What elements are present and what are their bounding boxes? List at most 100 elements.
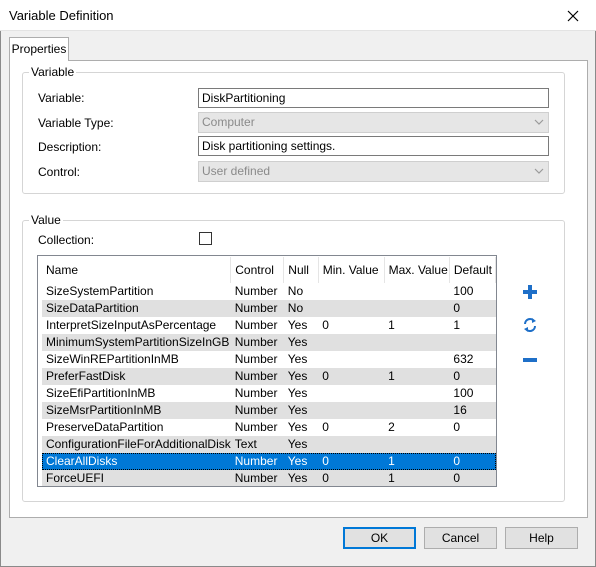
cell-null: No	[283, 300, 319, 317]
control-value: User defined	[202, 164, 271, 178]
cell-control: Number	[230, 368, 284, 385]
close-button[interactable]	[550, 0, 596, 31]
cell-null: Yes	[283, 402, 319, 419]
cell-max-value	[384, 300, 450, 317]
cell-control: Number	[230, 334, 284, 351]
cell-name: SizeDataPartition	[42, 300, 231, 317]
cell-default: 0	[449, 453, 496, 470]
value-group-label: Value	[29, 213, 63, 227]
cell-min-value: 0	[318, 453, 385, 470]
cell-control: Number	[234, 284, 278, 298]
cell-max-value: 1	[388, 318, 395, 332]
cell-control: Number	[230, 453, 284, 470]
variable-type-label: Variable Type:	[38, 116, 114, 130]
values-grid: Name Control Null Min. Value Max. Value …	[42, 257, 496, 486]
cell-name: ConfigurationFileForAdditionalDisk	[42, 436, 231, 453]
table-row[interactable]: SizeEfiPartitionInMB Number Yes 100	[42, 385, 496, 402]
cell-default	[449, 436, 496, 453]
cell-null: Yes	[283, 334, 319, 351]
collection-checkbox[interactable]	[199, 232, 212, 245]
cell-max-value	[384, 351, 449, 368]
column-header-default[interactable]: Default	[449, 257, 496, 283]
cell-min-value	[318, 300, 385, 317]
cell-default: 0	[449, 470, 496, 486]
table-row[interactable]: ClearAllDisks Number Yes 0 1 0	[42, 453, 496, 470]
cell-control: Number	[234, 318, 278, 332]
table-row[interactable]: ForceUEFI Number Yes 0 1 0	[42, 470, 496, 486]
cell-null: Yes	[283, 436, 319, 453]
cell-default: 1	[453, 318, 461, 332]
column-header-control[interactable]: Control	[230, 257, 285, 283]
title-bar: Variable Definition	[0, 0, 596, 31]
window-title: Variable Definition	[9, 8, 114, 23]
table-row[interactable]: SizeDataPartition Number No 0	[42, 300, 496, 317]
cell-default: 0	[449, 368, 496, 385]
cell-name: SizeSystemPartition	[46, 284, 154, 298]
table-header: Name Control Null Min. Value Max. Value …	[42, 257, 496, 283]
variable-type-value: Computer	[202, 115, 255, 129]
control-select: User defined	[198, 161, 549, 182]
ok-button[interactable]: OK	[343, 527, 416, 549]
close-icon	[567, 10, 579, 21]
cell-null: No	[287, 284, 304, 298]
cell-max-value: 1	[384, 453, 450, 470]
cell-null: Yes	[287, 420, 308, 434]
description-label: Description:	[38, 140, 102, 154]
column-header-min-value[interactable]: Min. Value	[318, 257, 385, 283]
cancel-button[interactable]: Cancel	[424, 527, 497, 549]
cell-name: PreferFastDisk	[42, 368, 231, 385]
table-row[interactable]: SizeWinREPartitionInMB Number Yes 632	[42, 351, 496, 368]
variable-type-select: Computer	[198, 112, 549, 133]
cell-name: MinimumSystemPartitionSizeInGB	[42, 334, 231, 351]
cell-max-value: 1	[384, 470, 450, 486]
table-row[interactable]: PreserveDataPartition Number Yes 0 2 0	[42, 419, 496, 436]
column-header-max-value[interactable]: Max. Value	[384, 257, 450, 283]
cell-default: 0	[449, 300, 496, 317]
cell-control: Number	[230, 470, 284, 486]
description-field[interactable]: Disk partitioning settings.	[198, 136, 549, 156]
cell-min-value	[318, 334, 385, 351]
variable-label: Variable:	[38, 91, 85, 105]
refresh-button[interactable]	[522, 317, 538, 333]
table-row[interactable]: ConfigurationFileForAdditionalDisk Text Ye…	[42, 436, 496, 453]
tab-properties[interactable]: Properties	[9, 37, 69, 61]
cell-max-value	[384, 436, 450, 453]
cell-default: 632	[453, 352, 474, 366]
cell-max-value	[384, 283, 449, 300]
cell-name: PreserveDataPartition	[46, 420, 164, 434]
cell-name: SizeEfiPartitionInMB	[46, 386, 156, 400]
table-row[interactable]: PreferFastDisk Number Yes 0 1 0	[42, 368, 496, 385]
help-button[interactable]: Help	[505, 527, 578, 549]
column-header-name[interactable]: Name	[42, 257, 232, 283]
cell-null: Yes	[283, 368, 319, 385]
cell-default: 100	[453, 386, 474, 400]
cell-default: 100	[453, 284, 474, 298]
cell-name: SizeMsrPartitionInMB	[42, 402, 231, 419]
values-table[interactable]: Name Control Null Min. Value Max. Value …	[37, 255, 497, 487]
cell-control: Number	[234, 386, 278, 400]
cell-min-value: 0	[322, 318, 329, 332]
control-label: Control:	[38, 165, 81, 179]
table-row[interactable]: MinimumSystemPartitionSizeInGB Number Yes	[42, 334, 496, 351]
cell-name: InterpretSizeInputAsPercentage	[46, 318, 217, 332]
cell-max-value	[384, 385, 449, 402]
cell-null: Yes	[283, 470, 319, 486]
remove-icon	[523, 358, 537, 362]
column-header-null[interactable]: Null	[283, 257, 319, 283]
variable-group-label: Variable	[29, 65, 77, 79]
cell-control: Number	[230, 402, 284, 419]
variable-name-field[interactable]: DiskPartitioning	[198, 88, 549, 108]
table-row[interactable]: SizeSystemPartition Number No 100	[42, 283, 496, 300]
cell-min-value	[318, 436, 385, 453]
cell-min-value	[318, 385, 384, 402]
cell-max-value	[384, 334, 450, 351]
cell-null: Yes	[287, 352, 308, 366]
table-row[interactable]: InterpretSizeInputAsPercentage Number Yes 0…	[42, 317, 496, 334]
table-row[interactable]: SizeMsrPartitionInMB Number Yes 16	[42, 402, 496, 419]
cell-name: ForceUEFI	[42, 470, 231, 486]
cell-null: Yes	[287, 318, 308, 332]
add-row-button[interactable]	[522, 284, 538, 300]
chevron-down-icon	[534, 168, 544, 174]
remove-row-button[interactable]	[522, 352, 538, 368]
cell-max-value: 1	[384, 368, 450, 385]
